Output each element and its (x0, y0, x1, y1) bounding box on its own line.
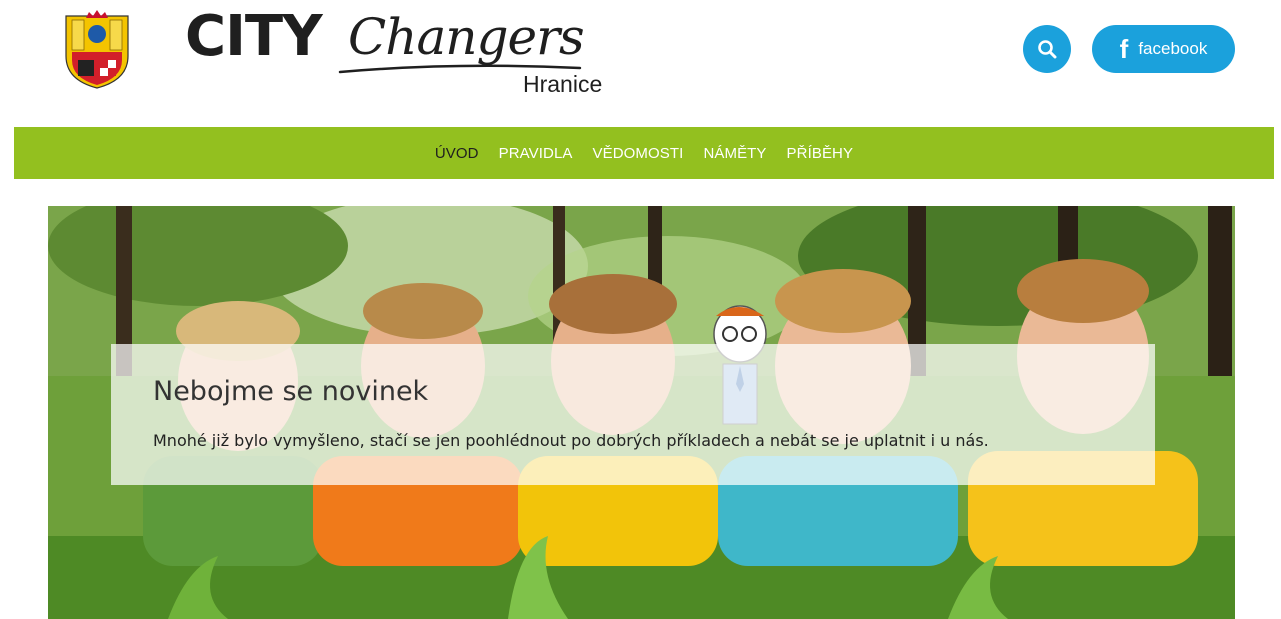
nav-item-vedomosti[interactable]: VĚDOMOSTI (593, 145, 684, 162)
nav-item-pravidla[interactable]: PRAVIDLA (499, 145, 573, 162)
main-navigation: ÚVOD PRAVIDLA VĚDOMOSTI NÁMĚTY PŘÍBĚHY (14, 127, 1274, 179)
facebook-icon: f (1119, 34, 1129, 64)
search-button[interactable] (1023, 25, 1071, 73)
hero-caption-box: Nebojme se novinek Mnohé již bylo vymyšl… (111, 344, 1155, 485)
search-icon (1038, 40, 1057, 59)
hero-title: Nebojme se novinek (153, 376, 429, 407)
site-header: CITY Changers Hranice f facebook (0, 0, 1281, 125)
nav-item-pribehy[interactable]: PŘÍBĚHY (787, 145, 854, 162)
nav-item-uvod[interactable]: ÚVOD (435, 145, 479, 162)
facebook-label: facebook (1138, 39, 1208, 58)
city-coat-of-arms-icon[interactable] (64, 8, 130, 90)
city-changers-logo[interactable]: CITY Changers Hranice (185, 2, 625, 102)
logo-city-name: Hranice (523, 71, 603, 97)
hero-description: Mnohé již bylo vymyšleno, stačí se jen p… (153, 431, 989, 450)
nav-item-namety[interactable]: NÁMĚTY (703, 145, 766, 162)
facebook-button[interactable]: f facebook (1092, 25, 1235, 73)
logo-city-text: CITY (185, 4, 323, 69)
